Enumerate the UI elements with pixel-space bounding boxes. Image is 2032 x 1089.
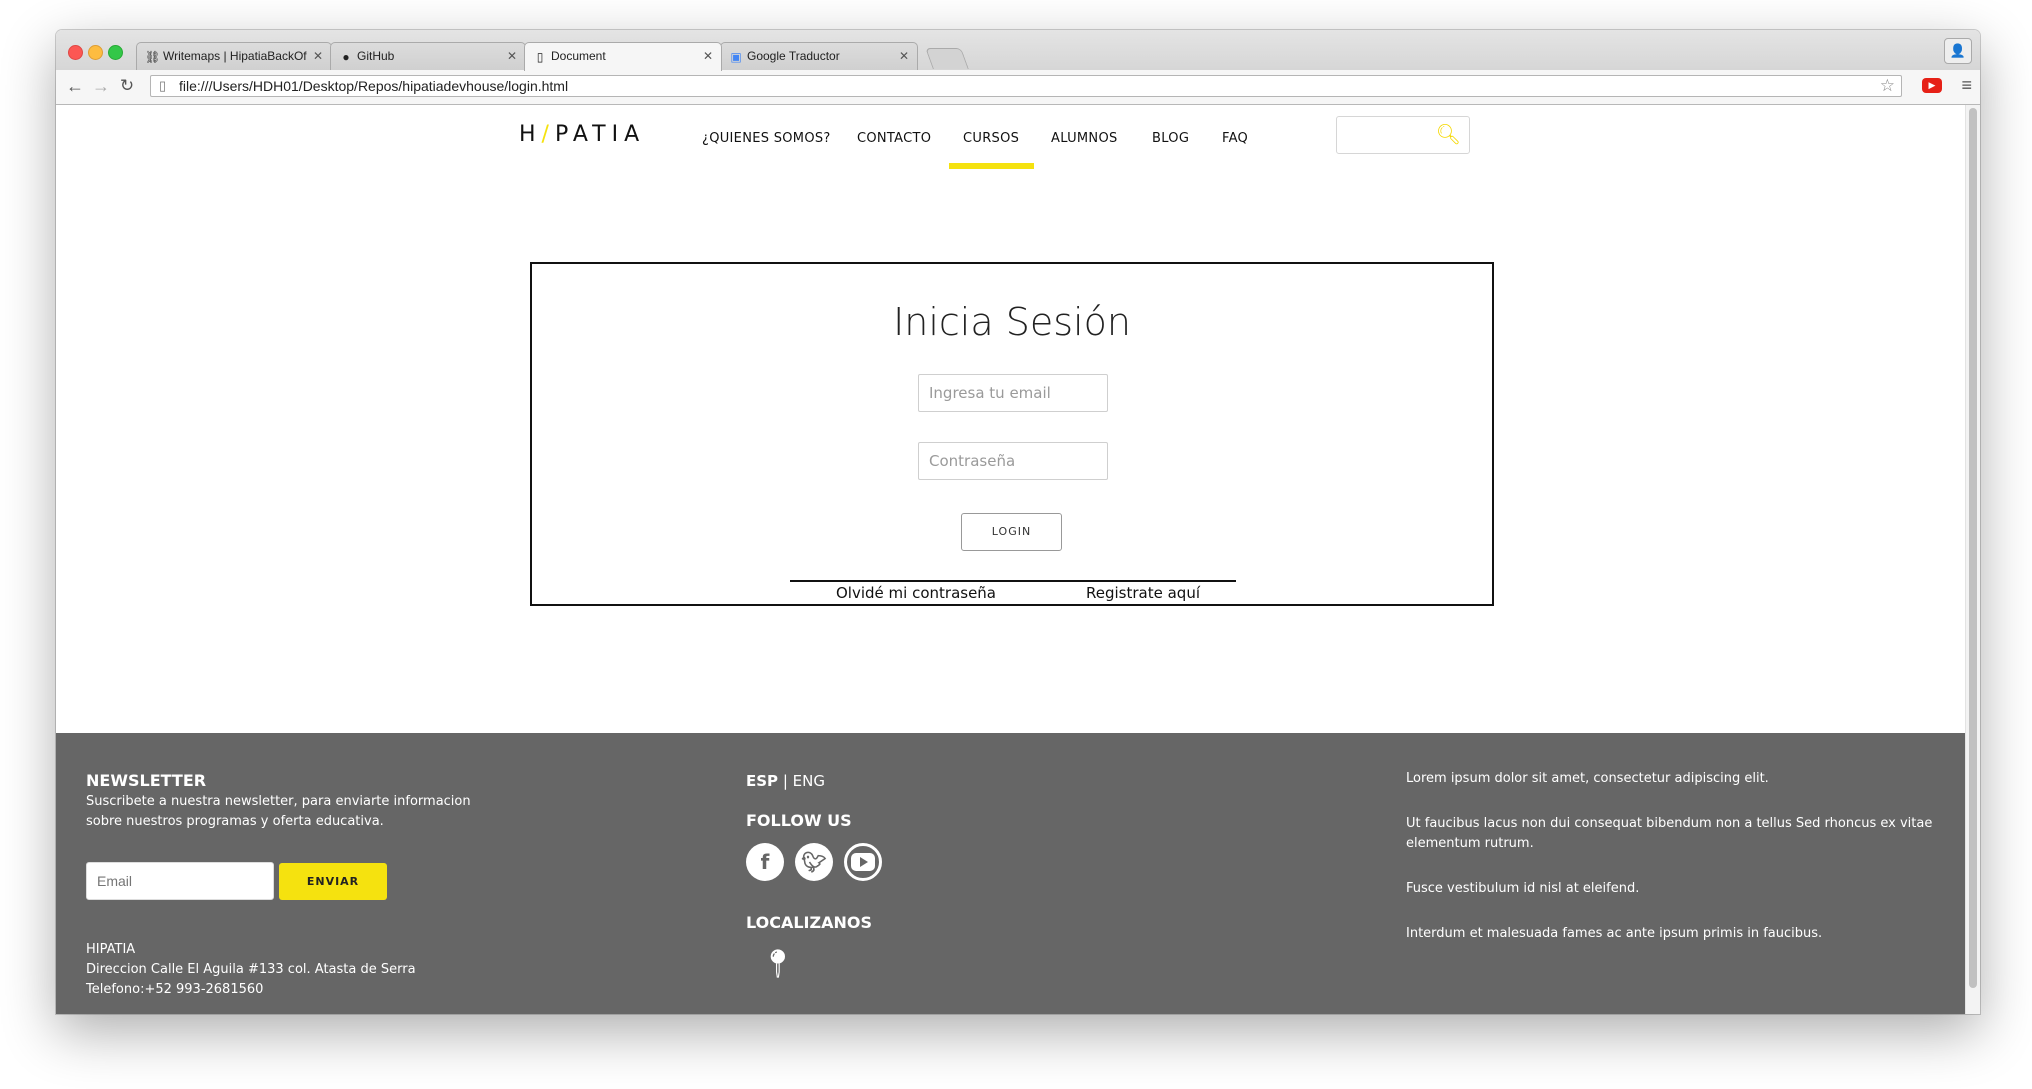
footer-lorem-4: Interdum et malesuada fames ac ante ipsu… [1406,926,1823,941]
github-icon: ● [342,50,350,64]
tab-title: Document [551,49,606,63]
nav-cursos[interactable]: CURSOS [963,131,1019,146]
browser-window: ⛓ Writemaps | HipatiaBackOf ✕ ● GitHub ✕… [56,30,1980,1014]
translate-icon: ▣ [730,50,742,64]
vertical-scrollbar[interactable] [1965,105,1980,1014]
language-switcher: ESP | ENG [746,771,825,791]
company-phone: Telefono:+52 993-2681560 [86,982,264,997]
new-tab-button[interactable] [925,48,969,69]
lang-esp-link[interactable]: ESP [746,772,778,790]
browser-menu-icon[interactable]: ≡ [1961,75,1972,96]
close-window-button[interactable] [68,45,83,60]
twitter-icon[interactable]: 🐦︎ [795,843,833,881]
close-tab-icon[interactable]: ✕ [703,49,713,63]
site-search-input[interactable]: 🔍︎ [1336,116,1470,154]
active-nav-indicator [949,163,1034,169]
company-address: Direccion Calle El Aguila #133 col. Atas… [86,962,416,977]
newsletter-send-button[interactable]: ENVIAR [279,863,387,900]
document-icon: ▯ [536,50,544,64]
login-button[interactable]: LOGIN [961,513,1062,551]
login-divider [790,580,1236,582]
footer-lorem-2b: elementum rutrum. [1406,836,1534,851]
minimize-window-button[interactable] [88,45,103,60]
follow-us-title: FOLLOW US [746,811,852,830]
nav-alumnos[interactable]: ALUMNOS [1051,131,1118,146]
login-box: Inicia Sesión LOGIN Olvidé mi contraseña… [530,262,1494,606]
login-title: Inicia Sesión [893,300,1131,344]
scrollbar-thumb[interactable] [1969,108,1977,988]
tab-title: GitHub [357,49,395,63]
close-tab-icon[interactable]: ✕ [313,49,323,63]
newsletter-title: NEWSLETTER [86,771,207,790]
footer-lorem-3: Fusce vestibulum id nisl at eleifend. [1406,881,1640,896]
zoom-window-button[interactable] [108,45,123,60]
sitemap-icon: ⛓ [145,50,161,64]
tab-strip: ⛓ Writemaps | HipatiaBackOf ✕ ● GitHub ✕… [56,30,1980,71]
newsletter-email-input[interactable] [86,862,274,900]
facebook-icon[interactable]: f [746,843,784,881]
tab-title: Google Traductor [747,49,840,63]
youtube-icon[interactable] [844,843,882,881]
profile-icon[interactable]: 👤 [1944,38,1972,64]
close-tab-icon[interactable]: ✕ [507,49,517,63]
nav-quienes-somos[interactable]: ¿QUIENES SOMOS? [702,131,831,146]
tab-google-traductor[interactable]: ▣ Google Traductor ✕ [720,42,918,70]
url-text: file:///Users/HDH01/Desktop/Repos/hipati… [179,78,569,94]
tab-writemaps[interactable]: ⛓ Writemaps | HipatiaBackOf ✕ [136,42,332,70]
newsletter-text-2: sobre nuestros programas y oferta educat… [86,814,384,829]
reload-icon[interactable]: ↻ [116,75,138,97]
register-link[interactable]: Registrate aquí [1086,584,1200,602]
footer-lorem-2a: Ut faucibus lacus non dui consequat bibe… [1406,816,1933,831]
company-name: HIPATIA [86,942,136,957]
back-arrow-icon[interactable]: ← [64,75,86,97]
hipatia-logo[interactable]: H/PATIA [519,122,645,147]
lang-separator: | [782,772,788,790]
nav-contacto[interactable]: CONTACTO [857,131,931,146]
newsletter-text-1: Suscribete a nuestra newsletter, para en… [86,794,471,809]
lang-eng-link[interactable]: ENG [793,772,825,790]
map-pin-icon[interactable]: 📍︎ [760,947,796,980]
youtube-extension-icon[interactable]: ▶ [1922,78,1942,93]
forward-arrow-icon[interactable]: → [90,75,112,97]
page-icon: ▯ [159,78,167,93]
localizanos-title: LOCALIZANOS [746,913,872,932]
tab-title: Writemaps | HipatiaBackOf [163,49,307,63]
password-field[interactable] [918,442,1108,480]
forgot-password-link[interactable]: Olvidé mi contraseña [836,584,996,602]
tab-github[interactable]: ● GitHub ✕ [330,42,526,70]
search-icon[interactable]: 🔍︎ [1436,122,1461,147]
close-tab-icon[interactable]: ✕ [899,49,909,63]
tab-document[interactable]: ▯ Document ✕ [524,42,722,71]
bookmark-star-icon[interactable]: ☆ [1880,76,1895,96]
nav-faq[interactable]: FAQ [1222,131,1248,146]
footer-lorem-1: Lorem ipsum dolor sit amet, consectetur … [1406,771,1769,786]
email-field[interactable] [918,374,1108,412]
page-viewport: H/PATIA ¿QUIENES SOMOS? CONTACTO CURSOS … [56,105,1980,1014]
browser-toolbar: ← → ↻ ▯ file:///Users/HDH01/Desktop/Repo… [56,70,1980,105]
site-footer: NEWSLETTER Suscribete a nuestra newslett… [56,733,1966,1014]
address-bar[interactable]: ▯ file:///Users/HDH01/Desktop/Repos/hipa… [150,75,1902,97]
nav-blog[interactable]: BLOG [1152,131,1189,146]
